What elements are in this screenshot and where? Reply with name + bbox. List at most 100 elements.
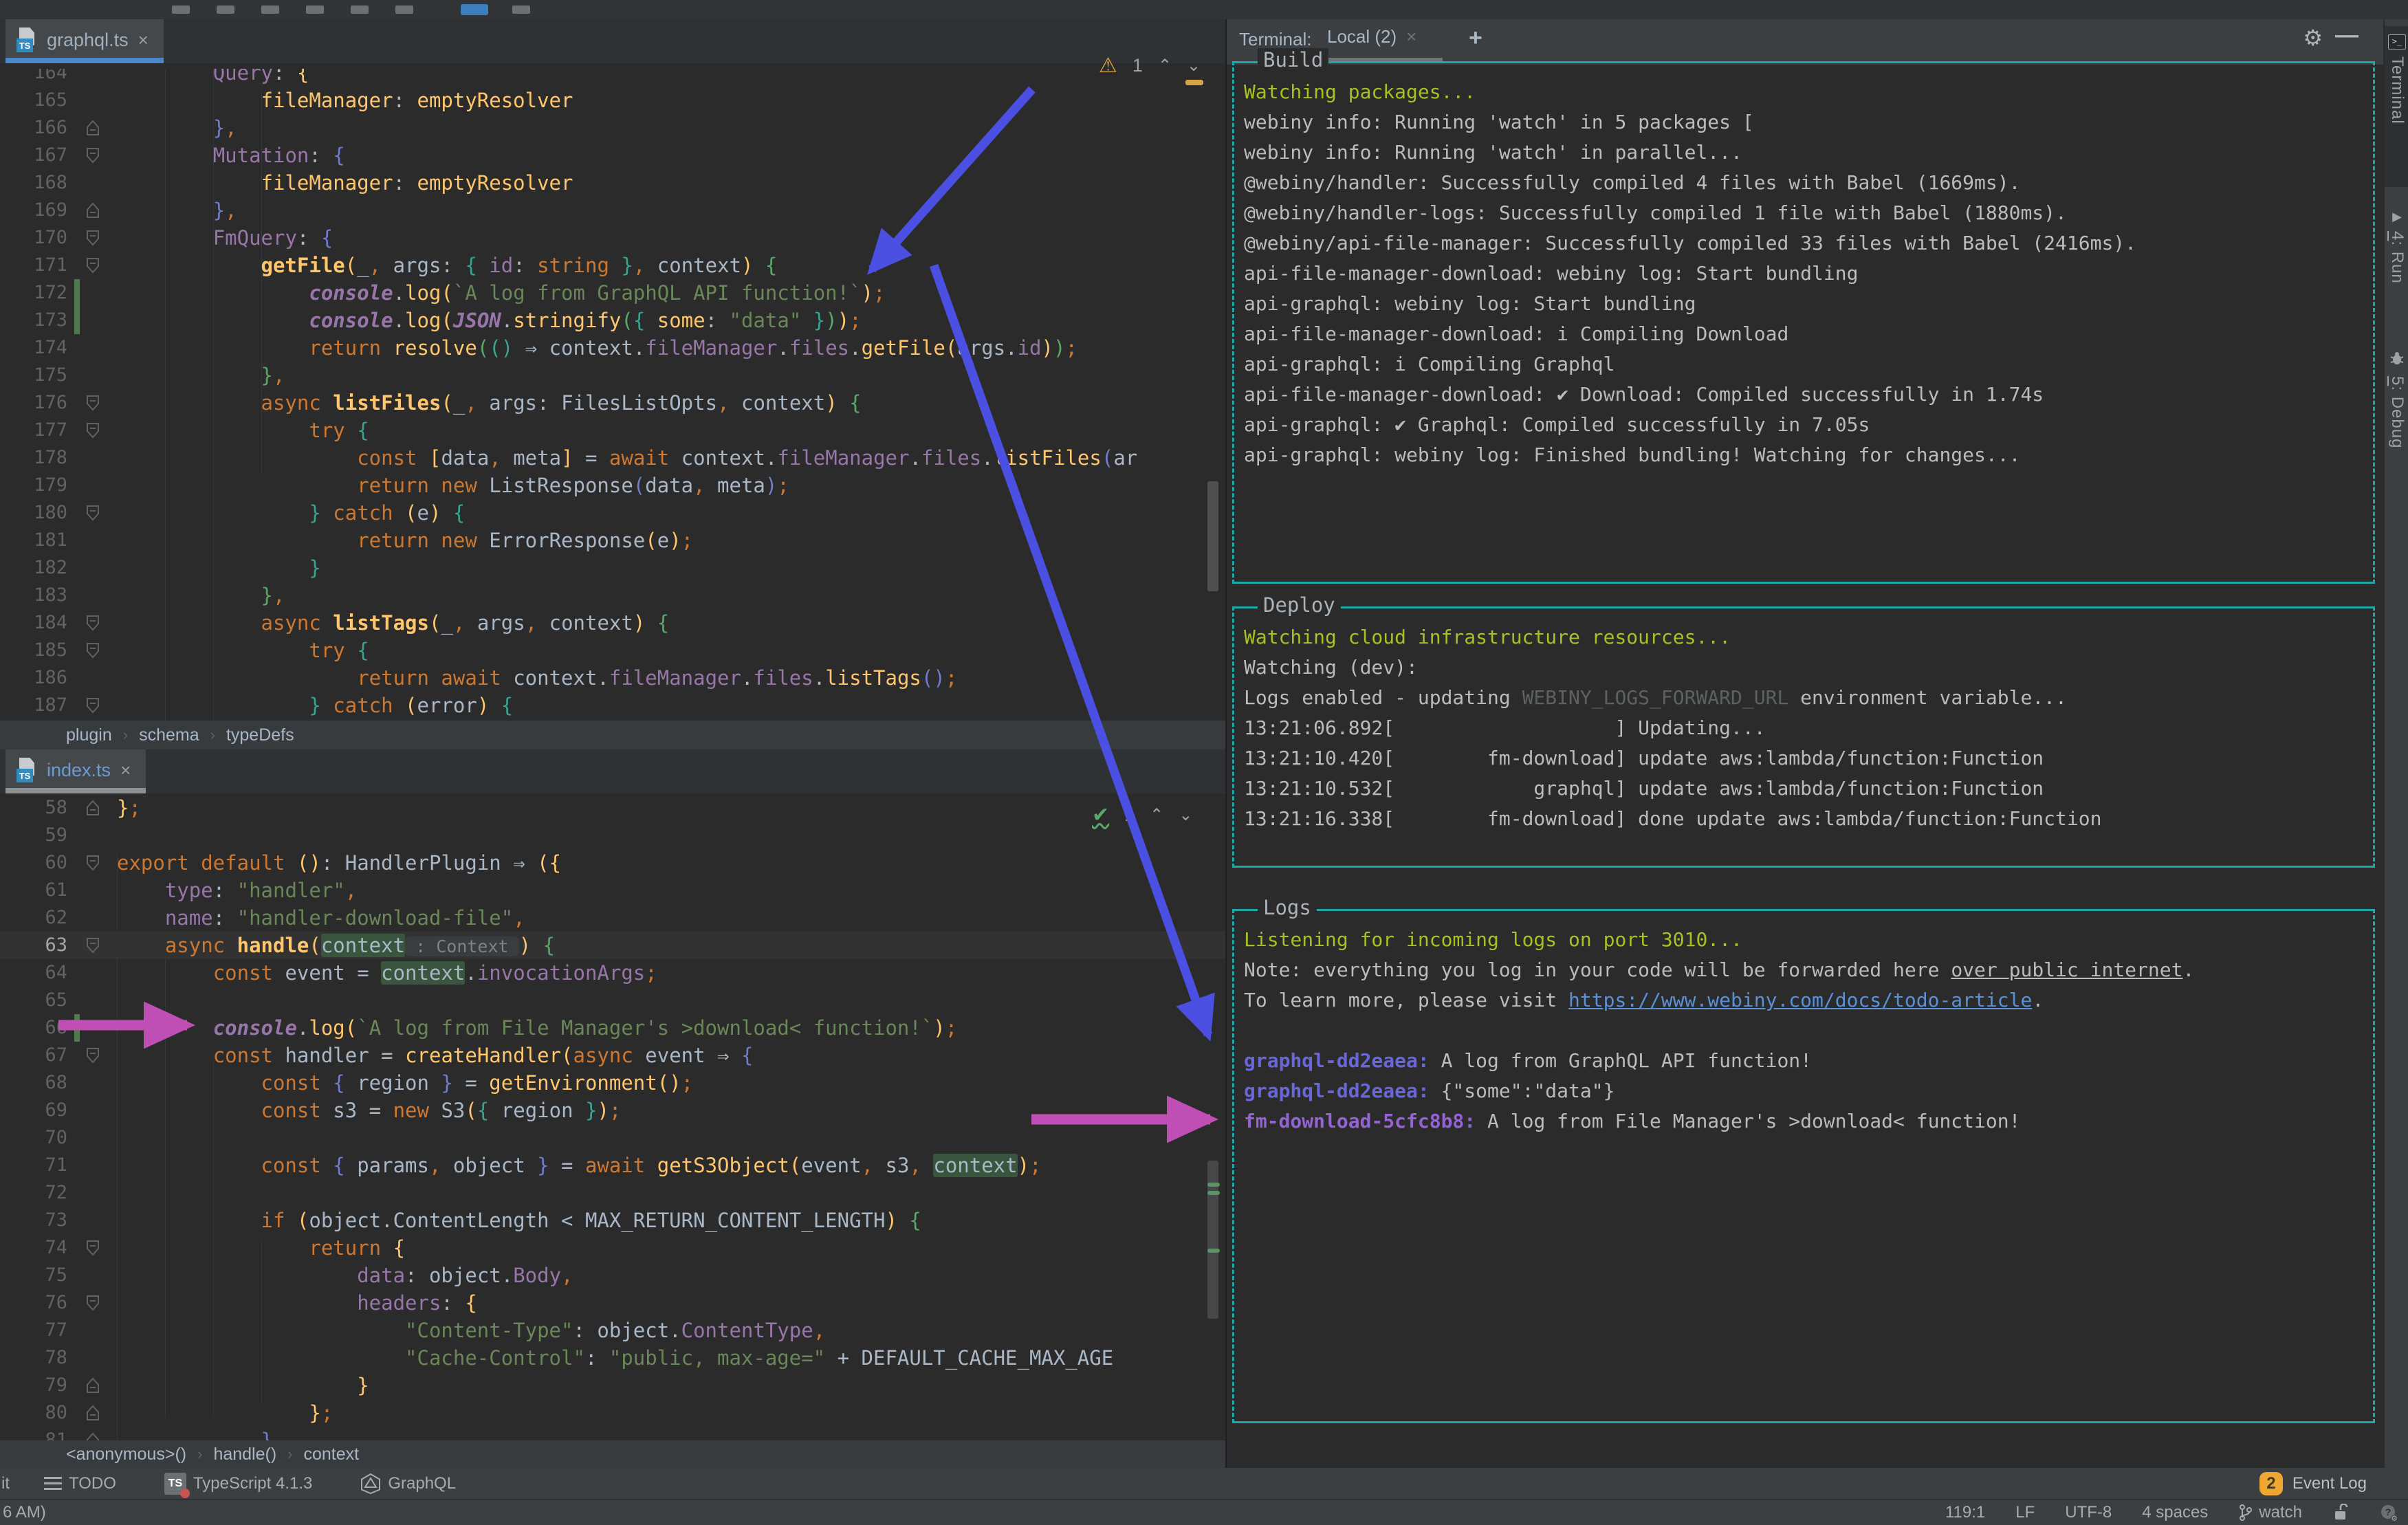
fold-marker-icon[interactable]	[84, 421, 102, 439]
line-number[interactable]: 72	[0, 1179, 67, 1207]
fold-marker[interactable]	[84, 1376, 102, 1394]
line-number[interactable]: 171	[0, 252, 67, 279]
code-line-175[interactable]: 175 },	[0, 362, 1225, 389]
fold-marker[interactable]	[84, 1431, 102, 1440]
code-editor-index[interactable]: 58}; 59 60 export default (): HandlerPlugin…	[0, 799, 1225, 1440]
code-line-165[interactable]: 165 fileManager: emptyResolver	[0, 87, 1225, 114]
inspection-widget-graphql[interactable]: ⚠ 1 ⌃ ⌄	[1099, 54, 1201, 78]
tab-graphql-ts[interactable]: TS graphql.ts ×	[6, 19, 164, 63]
warning-stripe-mark[interactable]	[1185, 80, 1203, 85]
fold-marker-icon[interactable]	[84, 1431, 102, 1440]
line-number[interactable]: 65	[0, 987, 67, 1014]
line-number[interactable]: 61	[0, 877, 67, 904]
fold-marker-icon[interactable]	[84, 799, 102, 817]
toolbar-item-cut[interactable]: it	[1, 1474, 10, 1493]
tool-strip--debug[interactable]: 5: Debug	[2385, 342, 2408, 486]
line-number[interactable]: 64	[0, 959, 67, 987]
code-line-171[interactable]: 171 getFile(_, args: { id: string }, con…	[0, 252, 1225, 279]
fold-marker[interactable]	[84, 146, 102, 164]
close-icon[interactable]: ×	[120, 760, 131, 781]
fold-marker[interactable]	[84, 1239, 102, 1257]
fold-marker-icon[interactable]	[84, 119, 102, 137]
terminal-panel[interactable]: Terminal: Local (2) × + ⚙ — Build Watchin…	[1227, 19, 2383, 1468]
line-number[interactable]: 58	[0, 799, 67, 822]
line-number[interactable]: 67	[0, 1042, 67, 1069]
code-line-60[interactable]: 60 export default (): HandlerPlugin ⇒ ({	[0, 849, 1225, 877]
breadcrumb-item[interactable]: handle()	[213, 1445, 276, 1464]
line-number[interactable]: 178	[0, 444, 67, 472]
fold-marker[interactable]	[84, 229, 102, 247]
code-line-182[interactable]: 182 }	[0, 554, 1225, 582]
fold-marker-icon[interactable]	[84, 1404, 102, 1422]
line-number[interactable]: 69	[0, 1097, 67, 1124]
terminal-link[interactable]: https://www.webiny.com/docs/todo-article	[1568, 989, 2032, 1011]
code-line-58[interactable]: 58};	[0, 799, 1225, 822]
line-number[interactable]: 180	[0, 499, 67, 527]
code-line-77[interactable]: 77 "Content-Type": object.ContentType,	[0, 1317, 1225, 1344]
tool-strip-terminal[interactable]: >_ Terminal	[2385, 26, 2408, 187]
line-number[interactable]: 181	[0, 527, 67, 554]
code-line-168[interactable]: 168 fileManager: emptyResolver	[0, 169, 1225, 197]
fold-marker[interactable]	[84, 641, 102, 659]
code-line-74[interactable]: 74 return {	[0, 1234, 1225, 1262]
fold-marker-icon[interactable]	[84, 256, 102, 274]
inspection-widget-index[interactable]: ✔ 1 ⌃ ⌄	[1092, 803, 1192, 827]
code-line-173[interactable]: 173 console.log(JSON.stringify({ some: "…	[0, 307, 1225, 334]
prev-issue-icon[interactable]: ⌃	[1150, 805, 1163, 825]
fold-marker[interactable]	[84, 504, 102, 522]
code-line-180[interactable]: 180 } catch (e) {	[0, 499, 1225, 527]
line-number[interactable]: 60	[0, 849, 67, 877]
code-line-71[interactable]: 71 const { params, object } = await getS…	[0, 1152, 1225, 1179]
fold-marker[interactable]	[84, 421, 102, 439]
line-number[interactable]: 164	[0, 69, 67, 87]
caret-position[interactable]: 119:1	[1945, 1503, 1985, 1522]
line-number[interactable]: 59	[0, 822, 67, 849]
line-number[interactable]: 66	[0, 1014, 67, 1042]
code-line-177[interactable]: 177 try {	[0, 417, 1225, 444]
code-line-68[interactable]: 68 const { region } = getEnvironment();	[0, 1069, 1225, 1097]
fold-marker[interactable]	[84, 799, 102, 817]
event-log-button[interactable]: 2 Event Log	[2259, 1471, 2367, 1495]
code-line-164[interactable]: 164 Query: {	[0, 69, 1225, 87]
fold-marker[interactable]	[84, 936, 102, 954]
fold-marker-icon[interactable]	[84, 854, 102, 872]
write-access-unlock-icon[interactable]	[2332, 1504, 2349, 1522]
next-issue-icon[interactable]: ⌄	[1187, 56, 1201, 76]
fold-marker-icon[interactable]	[84, 146, 102, 164]
line-number[interactable]: 68	[0, 1069, 67, 1097]
line-number[interactable]: 167	[0, 142, 67, 169]
line-number[interactable]: 80	[0, 1399, 67, 1427]
next-issue-icon[interactable]: ⌄	[1179, 805, 1192, 825]
line-number[interactable]: 173	[0, 307, 67, 334]
line-number[interactable]: 76	[0, 1289, 67, 1317]
code-line-80[interactable]: 80 };	[0, 1399, 1225, 1427]
code-line-66[interactable]: 66 console.log(`A log from File Manager'…	[0, 1014, 1225, 1042]
line-number[interactable]: 74	[0, 1234, 67, 1262]
code-line-72[interactable]: 72	[0, 1179, 1225, 1207]
code-line-79[interactable]: 79 }	[0, 1372, 1225, 1399]
fold-marker-icon[interactable]	[84, 696, 102, 714]
code-line-59[interactable]: 59	[0, 822, 1225, 849]
fold-marker-icon[interactable]	[84, 1294, 102, 1312]
git-branch[interactable]: watch	[2238, 1503, 2302, 1522]
breadcrumb-item[interactable]: plugin	[66, 725, 112, 745]
new-terminal-session-button[interactable]: +	[1469, 25, 1482, 52]
code-line-70[interactable]: 70	[0, 1124, 1225, 1152]
line-number[interactable]: 63	[0, 932, 67, 959]
toolbar-item-todo[interactable]: TODO	[44, 1474, 116, 1493]
line-number[interactable]: 174	[0, 334, 67, 362]
line-separator[interactable]: LF	[2015, 1503, 2035, 1522]
line-number[interactable]: 172	[0, 279, 67, 307]
code-line-185[interactable]: 185 try {	[0, 637, 1225, 664]
line-number[interactable]: 176	[0, 389, 67, 417]
file-encoding[interactable]: UTF-8	[2065, 1503, 2112, 1522]
code-line-81[interactable]: 81 }	[0, 1427, 1225, 1440]
fold-marker-icon[interactable]	[84, 394, 102, 412]
code-line-176[interactable]: 176 async listFiles(_, args: FilesListOp…	[0, 389, 1225, 417]
line-number[interactable]: 182	[0, 554, 67, 582]
code-line-170[interactable]: 170 FmQuery: {	[0, 224, 1225, 252]
code-line-187[interactable]: 187 } catch (error) {	[0, 692, 1225, 719]
breadcrumb-item[interactable]: <anonymous>()	[66, 1445, 186, 1464]
fold-marker[interactable]	[84, 1294, 102, 1312]
line-number[interactable]: 79	[0, 1372, 67, 1399]
